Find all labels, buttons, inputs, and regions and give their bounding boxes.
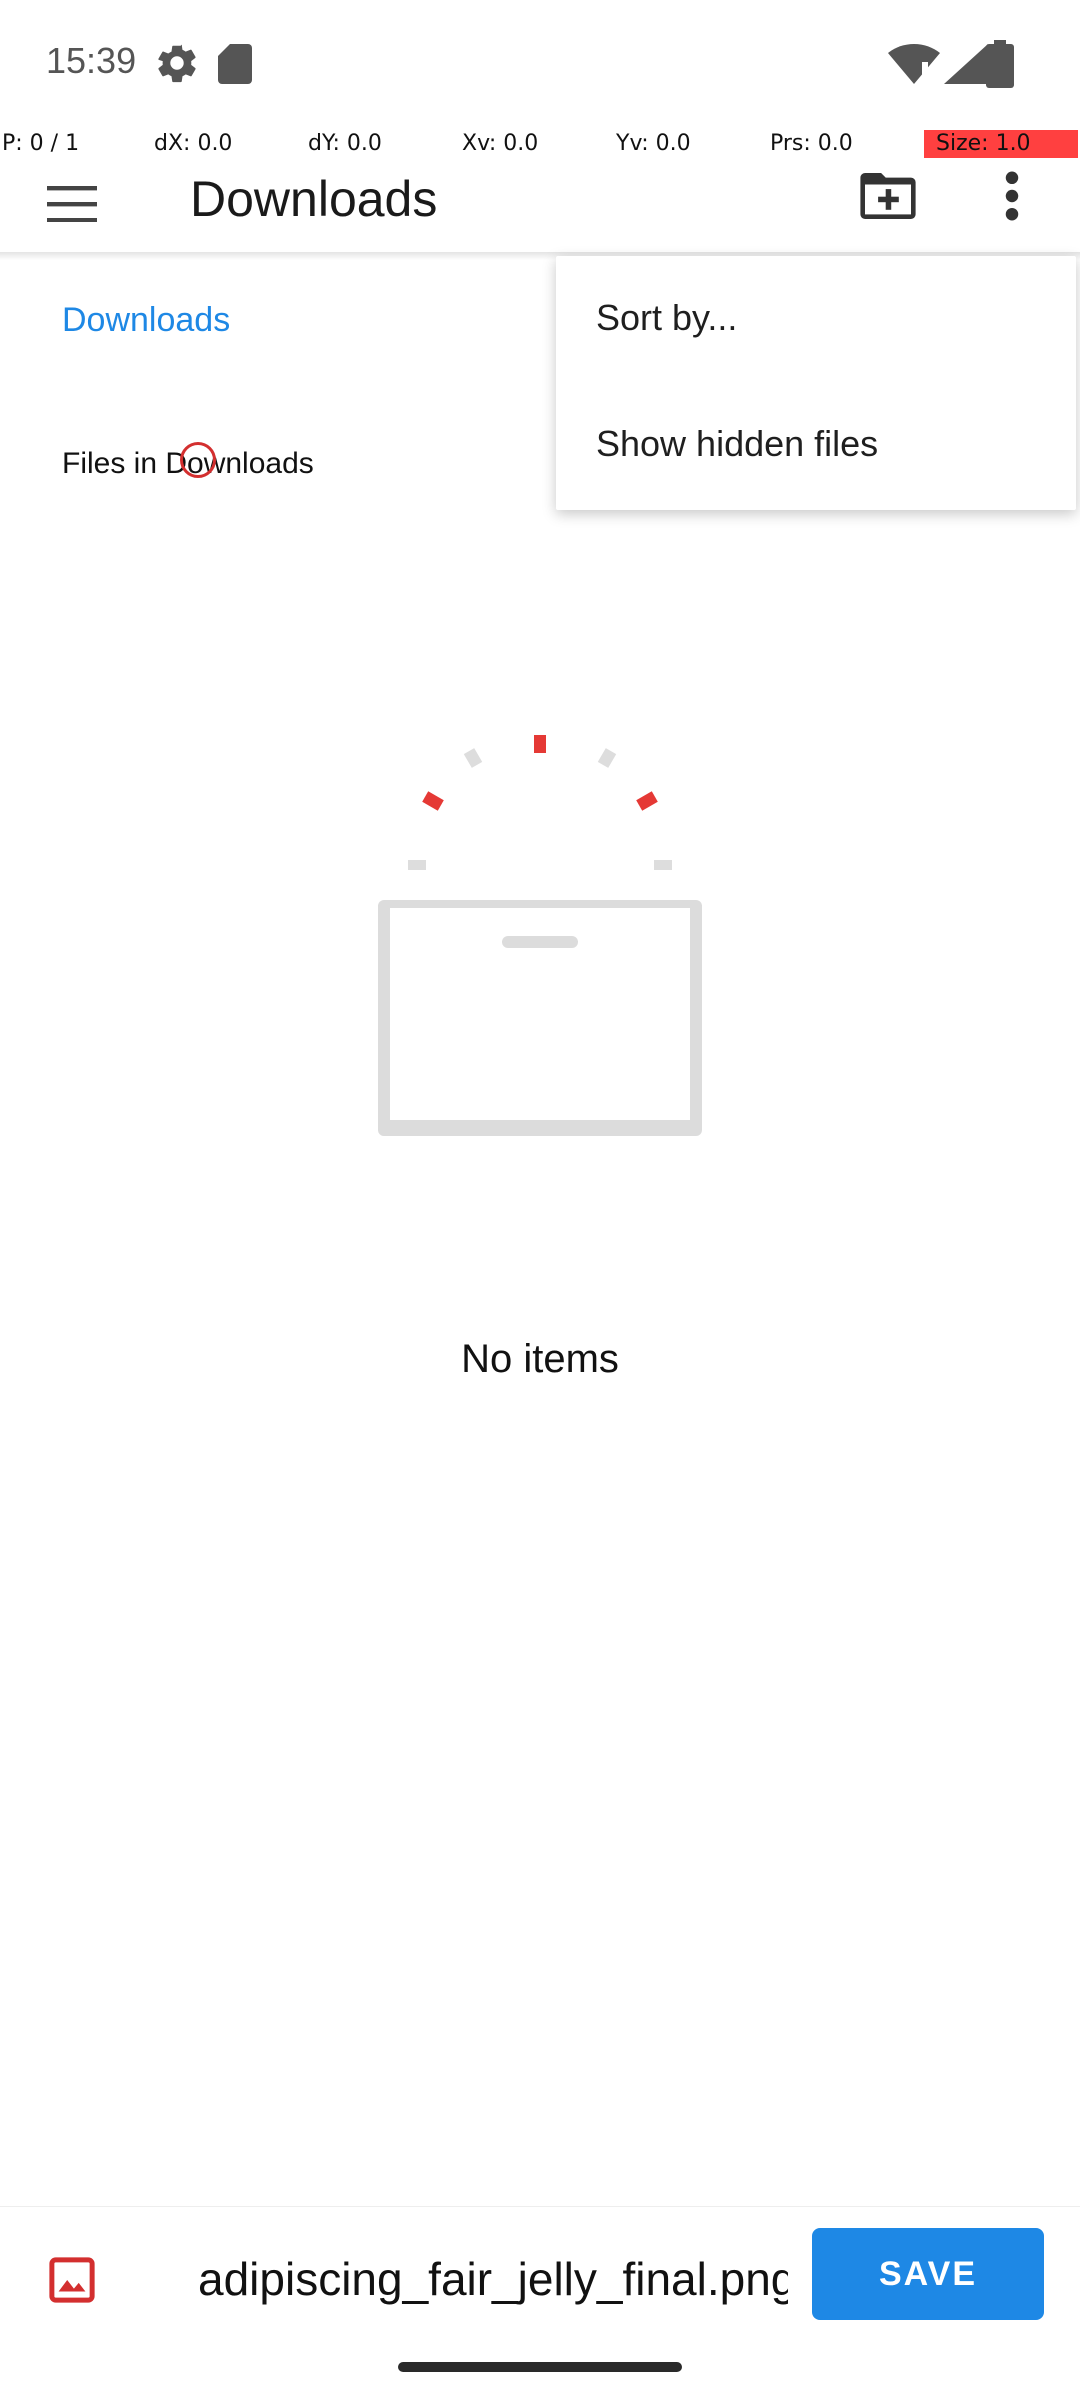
overlay-dy: dY: 0.0 [308, 131, 382, 156]
breadcrumb-downloads[interactable]: Downloads [62, 298, 230, 342]
gear-icon [154, 40, 200, 86]
overlay-size: Size: 1.0 [924, 130, 1078, 158]
hamburger-menu-button[interactable] [36, 168, 108, 240]
empty-folder-illustration [372, 730, 708, 1142]
overlay-pressure: Prs: 0.0 [770, 131, 853, 156]
image-icon [49, 2257, 95, 2303]
overlay-dx: dX: 0.0 [154, 131, 233, 156]
overlay-yv: Yv: 0.0 [616, 131, 691, 156]
menu-item-label: Show hidden files [596, 423, 879, 464]
save-button[interactable]: SAVE [812, 2228, 1044, 2320]
empty-state-text: No items [461, 1337, 619, 1381]
status-time: 15:39 [46, 40, 137, 81]
filename-input[interactable] [190, 2244, 796, 2314]
new-folder-icon [860, 173, 916, 219]
pointer-location-overlay: P: 0 / 1 dX: 0.0 dY: 0.0 Xv: 0.0 Yv: 0.0… [0, 130, 1080, 160]
overlay-xv: Xv: 0.0 [462, 131, 539, 156]
hamburger-icon [47, 186, 97, 222]
overflow-menu-button[interactable] [976, 160, 1048, 232]
sd-card-icon [218, 44, 252, 84]
home-indicator[interactable] [398, 2362, 682, 2372]
menu-item-label: Sort by... [596, 297, 738, 338]
wifi-icon [888, 44, 940, 84]
touch-indicator [180, 442, 216, 478]
new-folder-button[interactable] [852, 160, 924, 232]
overlay-pointer-count: P: 0 / 1 [2, 131, 80, 156]
signal-icon [944, 44, 988, 84]
battery-icon [986, 40, 1014, 88]
menu-item-sort-by[interactable]: Sort by... [556, 256, 1076, 380]
overflow-popup-menu: Sort by... Show hidden files [556, 256, 1076, 510]
page-title: Downloads [190, 171, 438, 227]
menu-item-show-hidden-files[interactable]: Show hidden files [556, 382, 1076, 506]
file-type-button[interactable] [14, 2228, 130, 2332]
more-vert-icon [1005, 171, 1019, 221]
